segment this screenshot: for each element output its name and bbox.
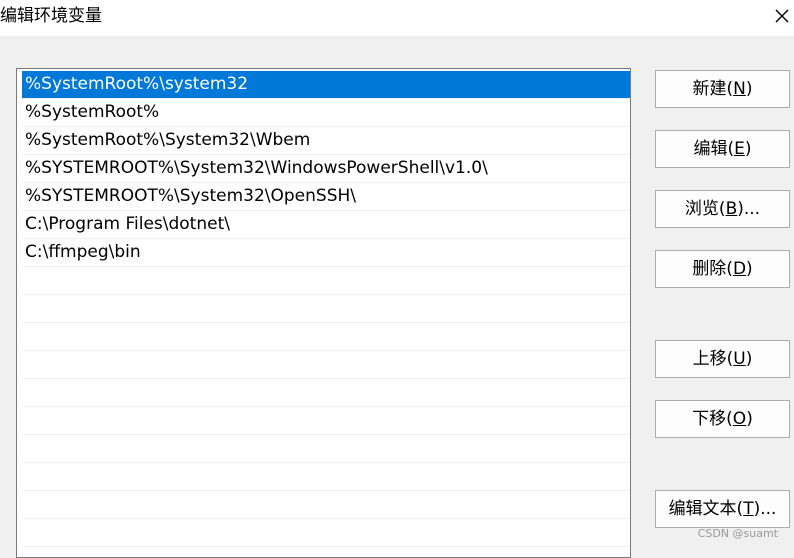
- delete-button[interactable]: 删除(D): [655, 250, 790, 288]
- move-up-button-accesskey: U: [733, 349, 746, 369]
- move-down-button-accesskey: O: [732, 409, 747, 429]
- edit-text-button[interactable]: 编辑文本(T)...: [655, 490, 790, 528]
- list-item[interactable]: %SYSTEMROOT%\System32\OpenSSH\: [22, 183, 630, 211]
- edit-button-suffix: ): [744, 139, 752, 159]
- list-item[interactable]: %SystemRoot%\system32: [22, 71, 630, 99]
- title-bar: 编辑环境变量: [0, 0, 794, 36]
- new-button-suffix: ): [745, 79, 753, 99]
- edit-text-button-suffix: )...: [753, 499, 777, 519]
- list-item[interactable]: [22, 267, 630, 295]
- browse-button-accesskey: B: [725, 199, 738, 219]
- list-item[interactable]: %SystemRoot%\System32\Wbem: [22, 127, 630, 155]
- move-up-button-suffix: ): [745, 349, 753, 369]
- path-list[interactable]: %SystemRoot%\system32 %SystemRoot% %Syst…: [16, 68, 631, 558]
- list-item[interactable]: [22, 491, 630, 519]
- delete-button-label: 删除(: [692, 259, 733, 279]
- list-item[interactable]: [22, 323, 630, 351]
- new-button-label: 新建(: [692, 79, 734, 99]
- new-button-accesskey: N: [733, 79, 746, 99]
- list-item[interactable]: C:\ffmpeg\bin: [22, 239, 630, 267]
- edit-button-label: 编辑(: [693, 139, 735, 159]
- window-title: 编辑环境变量: [0, 6, 102, 26]
- browse-button-label: 浏览(: [684, 199, 726, 219]
- edit-button[interactable]: 编辑(E): [655, 130, 790, 168]
- list-item[interactable]: [22, 519, 630, 547]
- list-item[interactable]: [22, 463, 630, 491]
- move-down-button[interactable]: 下移(O): [655, 400, 790, 438]
- move-down-button-label: 下移(: [692, 409, 733, 429]
- new-button[interactable]: 新建(N): [655, 70, 790, 108]
- browse-button[interactable]: 浏览(B)...: [655, 190, 790, 228]
- browse-button-suffix: )...: [737, 199, 761, 219]
- move-up-button-label: 上移(: [692, 349, 734, 369]
- close-button[interactable]: [770, 4, 794, 28]
- edit-text-button-accesskey: T: [743, 499, 754, 519]
- delete-button-accesskey: D: [732, 259, 747, 279]
- edit-text-button-label: 编辑文本(: [668, 499, 744, 519]
- list-item[interactable]: [22, 295, 630, 323]
- close-icon: [775, 9, 789, 23]
- list-item[interactable]: %SYSTEMROOT%\System32\WindowsPowerShell\…: [22, 155, 630, 183]
- edit-button-accesskey: E: [734, 139, 745, 159]
- move-down-button-suffix: ): [746, 409, 753, 429]
- list-item[interactable]: [22, 407, 630, 435]
- list-item[interactable]: [22, 435, 630, 463]
- list-item[interactable]: C:\Program Files\dotnet\: [22, 211, 630, 239]
- list-item[interactable]: [22, 351, 630, 379]
- list-item[interactable]: [22, 379, 630, 407]
- move-up-button[interactable]: 上移(U): [655, 340, 790, 378]
- list-item[interactable]: %SystemRoot%: [22, 99, 630, 127]
- delete-button-suffix: ): [746, 259, 753, 279]
- watermark: CSDN @suamt: [697, 527, 778, 540]
